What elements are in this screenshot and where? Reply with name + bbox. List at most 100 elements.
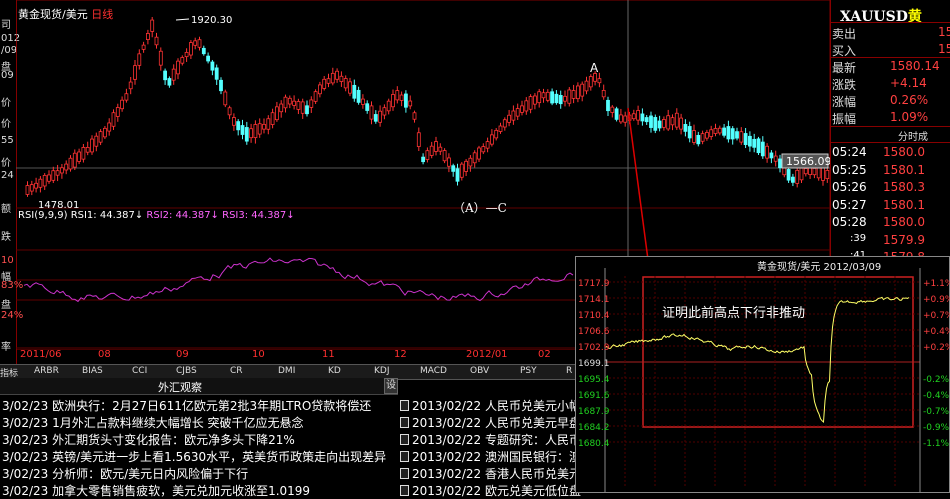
candle-body [438,146,443,152]
candle-body [365,103,370,111]
candle-body [128,81,133,90]
indicator-tab[interactable]: OBV [470,366,489,376]
left-strip-label: 10 [1,255,14,266]
price-tick: 1702.9 [578,343,610,353]
candle-body [709,129,714,137]
candle-body [81,147,86,160]
news-headline[interactable]: 分析师：欧元/美元日内风险偏于下行 [52,467,248,481]
date-tick: 10 [252,349,265,360]
indicator-tab[interactable]: DMI [278,366,295,376]
candle-body [150,19,155,32]
candle-body [705,132,709,139]
divider [830,126,950,127]
rsi-params: RSI(9,9,9) [18,210,68,221]
news-item[interactable]: 3/02/23 欧洲央行：2月27日611亿欧元第2批3年期LTRO贷款将偿还 [2,397,371,414]
divider [830,142,950,143]
candle-body [107,122,112,132]
indicator-tab[interactable]: R [566,366,572,376]
tick-time: 05:26 [832,180,867,194]
candle-body [429,145,434,156]
wave-a-label: A [590,61,599,75]
news-item[interactable]: 2013/02/22 专题研究：人民币 [400,431,581,448]
news-headline[interactable]: 人民币兑美元小幅 [485,399,581,413]
news-headline[interactable]: 加拿大零售销售疲软，美元兑加元收涨至1.0199 [52,484,310,498]
left-strip-label: 价 [1,98,11,109]
news-date: 2013/02/22 [412,433,485,447]
candle-body [459,163,464,178]
quote-value: +4.14 [890,76,927,90]
candle-body [262,123,266,130]
news-headline[interactable]: 1月外汇占款料继续大幅增长 突破千亿应无悬念 [52,416,303,430]
news-item[interactable]: 2013/02/22 香港人民币兑美元 [400,465,581,482]
left-strip-label: 55 [1,135,14,146]
news-date: 2013/02/22 [412,416,485,430]
candle-body [382,107,387,116]
news-headline[interactable]: 香港人民币兑美元 [485,467,581,481]
indicator-tab[interactable]: PSY [520,366,537,376]
candle-body [369,105,374,120]
news-item[interactable]: 2013/02/22 澳洲国民银行：澳 [400,448,581,465]
candle-body [180,57,185,64]
quote-value: 1580.14 [890,59,940,73]
candle-body [231,117,236,126]
candle-body [554,93,559,104]
price-tick: 1710.4 [578,311,610,321]
candle-body [451,165,456,172]
news-headline[interactable]: 人民币兑美元早盘 [485,416,581,430]
candle-body [201,47,206,55]
candle-body [240,125,245,135]
divider [830,22,950,23]
candle-body [330,72,335,84]
left-strip-label: 额 [1,204,11,215]
news-item[interactable]: 3/02/23 1月外汇占款料继续大幅增长 突破千亿应无悬念 [2,414,304,431]
news-item[interactable]: 2013/02/22 人民币兑美元小幅 [400,397,581,414]
indicator-tab[interactable]: BIAS [82,366,103,376]
indicator-tab[interactable]: CR [230,366,243,376]
news-headline[interactable]: 英镑/美元进一步上看1.5630水平，英美货币政策走向出现差异 [52,450,386,464]
news-headline[interactable]: 外汇期货头寸变化报告：欧元净多头下降21% [52,433,295,447]
candle-body [292,100,297,106]
news-headline[interactable]: 欧洲央行：2月27日611亿欧元第2批3年期LTRO贷款将偿还 [52,399,371,413]
indicator-tab[interactable]: MACD [420,366,447,376]
candle-body [266,118,271,130]
candle-body [821,166,825,181]
candle-body [791,176,795,183]
document-icon [400,417,409,428]
news-item[interactable]: 3/02/23 英镑/美元进一步上看1.5630水平，英美货币政策走向出现差异 [2,448,386,465]
price-tick: 1717.9 [578,279,610,289]
news-headline[interactable]: 专题研究：人民币 [485,433,581,447]
candle-body [623,115,628,123]
indicator-tab[interactable]: KD [328,366,341,376]
candle-body [683,124,688,132]
candle-body [111,112,116,127]
indicator-tab[interactable]: ARBR [34,366,59,376]
percent-tick: +1.1% [923,279,950,289]
indicator-tab[interactable]: KDJ [374,366,390,376]
news-item[interactable]: 2013/02/22 欧元兑美元低位盘 [400,482,581,499]
candle-body [550,91,554,104]
candle-body [72,152,77,168]
left-strip-label: 价 [1,119,11,130]
candle-body [223,91,228,106]
news-item[interactable]: 3/02/23 外汇期货头寸变化报告：欧元净多头下降21% [2,431,295,448]
candle-body [120,99,124,110]
candle-body [206,55,211,62]
indicator-tab[interactable]: CCI [132,366,147,376]
candle-body [188,42,193,56]
intraday-chart[interactable]: 1717.9 1714.1 1710.4 1706.6 1702.9 1699.1 1695… [575,256,950,493]
price-tick: 1691.6 [578,391,610,401]
quote-label: 最新 [832,61,857,75]
chart-annotations: 1920.301478.01A（A）—C1566.09 [38,15,830,291]
news-headline[interactable]: 欧元兑美元低位盘 [485,484,581,498]
candle-body [752,138,757,148]
candle-body [425,150,430,160]
candle-body [335,70,340,80]
news-item[interactable]: 3/02/23 加拿大零售销售疲软，美元兑加元收涨至1.0199 [2,482,310,499]
news-settings-tab[interactable]: 设 [384,378,398,394]
indicator-tab[interactable]: CJBS [176,366,197,376]
news-item[interactable]: 3/02/23 分析师：欧元/美元日内风险偏于下行 [2,465,248,482]
news-item[interactable]: 2013/02/22 人民币兑美元早盘 [400,414,581,431]
candle-body [722,127,726,136]
candle-body [674,112,679,128]
news-headline[interactable]: 澳洲国民银行：澳 [485,450,581,464]
